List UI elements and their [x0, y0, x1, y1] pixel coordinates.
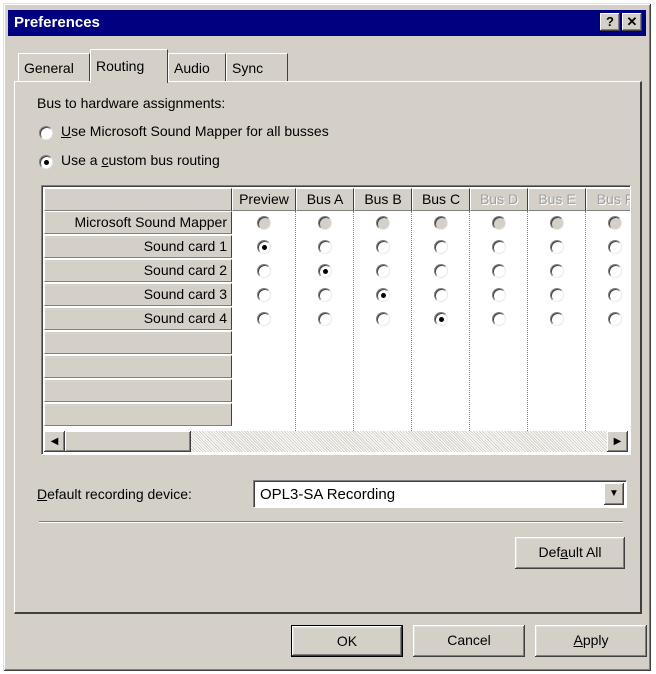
routing-radio[interactable] [492, 264, 506, 278]
bus-assignments-label: Bus to hardware assignments: [37, 95, 226, 111]
column-divider [353, 211, 354, 431]
routing-radio[interactable] [434, 216, 448, 230]
tab-audio[interactable]: Audio [168, 53, 226, 83]
tab-general[interactable]: General [18, 53, 90, 83]
tab-sync-label: Sync [232, 60, 264, 76]
row-header [44, 379, 232, 402]
tab-general-label: General [24, 60, 74, 76]
grid-corner [44, 188, 232, 211]
routing-radio[interactable] [608, 240, 622, 254]
routing-radio[interactable] [492, 288, 506, 302]
recording-device-value: OPL3-SA Recording [260, 486, 396, 503]
row-header [44, 331, 232, 354]
column-header: Bus D [470, 188, 528, 211]
column-header: Preview [232, 188, 296, 211]
cancel-button[interactable]: Cancel [413, 625, 525, 657]
routing-radio[interactable] [550, 240, 564, 254]
routing-radio[interactable] [376, 216, 390, 230]
routing-radio[interactable] [608, 312, 622, 326]
window-title: Preferences [14, 14, 100, 31]
separator [39, 521, 623, 523]
column-header: Bus F [586, 188, 630, 211]
tab-routing[interactable]: Routing [90, 49, 168, 83]
row-header: Sound card 4 [44, 307, 232, 330]
routing-radio[interactable] [434, 240, 448, 254]
tab-audio-label: Audio [174, 60, 210, 76]
scroll-right-icon[interactable]: ▶ [607, 431, 628, 452]
routing-radio[interactable] [608, 216, 622, 230]
preferences-dialog: Preferences ? ✕ General Routing Audio Sy… [3, 3, 651, 671]
routing-radio[interactable] [376, 264, 390, 278]
column-divider [295, 211, 296, 431]
routing-radio[interactable] [434, 288, 448, 302]
scroll-left-icon[interactable]: ◀ [44, 431, 65, 452]
column-header: Bus E [528, 188, 586, 211]
routing-radio[interactable] [257, 312, 271, 326]
column-header: Bus B [354, 188, 412, 211]
routing-radio[interactable] [550, 312, 564, 326]
routing-radio[interactable] [376, 288, 390, 302]
column-header: Bus A [296, 188, 354, 211]
routing-radio[interactable] [318, 216, 332, 230]
default-all-button[interactable]: Default All [515, 537, 625, 569]
routing-radio[interactable] [550, 216, 564, 230]
scroll-thumb[interactable] [65, 431, 191, 452]
routing-radio[interactable] [550, 264, 564, 278]
recording-device-label: Default recording device: [37, 486, 192, 502]
column-divider [527, 211, 528, 431]
routing-radio[interactable] [257, 264, 271, 278]
routing-radio[interactable] [257, 288, 271, 302]
recording-device-select[interactable]: OPL3-SA Recording ▼ [253, 480, 627, 508]
routing-radio[interactable] [257, 216, 271, 230]
routing-radio[interactable] [434, 312, 448, 326]
routing-radio[interactable] [434, 264, 448, 278]
row-header [44, 403, 232, 426]
row-header: Microsoft Sound Mapper [44, 211, 232, 234]
row-header: Sound card 2 [44, 259, 232, 282]
column-divider [585, 211, 586, 431]
routing-radio[interactable] [492, 240, 506, 254]
column-divider [469, 211, 470, 431]
routing-radio[interactable] [492, 312, 506, 326]
mapper-option-label[interactable]: Use Microsoft Sound Mapper for all busse… [61, 123, 329, 139]
routing-radio[interactable] [257, 240, 271, 254]
routing-radio[interactable] [608, 264, 622, 278]
title-bar: Preferences ? ✕ [8, 10, 646, 36]
routing-radio[interactable] [550, 288, 564, 302]
row-header: Sound card 1 [44, 235, 232, 258]
tab-routing-label: Routing [96, 58, 145, 74]
routing-grid: Preview Bus A Bus B Bus C Bus D Bus E Bus F Mic… [41, 185, 631, 455]
routing-radio[interactable] [318, 240, 332, 254]
routing-radio[interactable] [376, 240, 390, 254]
row-header: Sound card 3 [44, 283, 232, 306]
routing-radio[interactable] [608, 288, 622, 302]
apply-button[interactable]: Apply [535, 625, 647, 657]
routing-radio[interactable] [318, 264, 332, 278]
row-header [44, 355, 232, 378]
mapper-radio[interactable] [39, 126, 53, 140]
horizontal-scrollbar[interactable]: ◀ ▶ [44, 431, 628, 452]
tab-sync[interactable]: Sync [226, 53, 288, 83]
custom-routing-radio[interactable] [39, 155, 53, 169]
routing-radio[interactable] [318, 288, 332, 302]
ok-button[interactable]: OK [291, 625, 403, 657]
close-button[interactable]: ✕ [622, 13, 642, 31]
routing-radio[interactable] [376, 312, 390, 326]
routing-radio[interactable] [492, 216, 506, 230]
column-header: Bus C [412, 188, 470, 211]
chevron-down-icon[interactable]: ▼ [604, 483, 624, 505]
custom-routing-label[interactable]: Use a custom bus routing [61, 152, 220, 168]
routing-radio[interactable] [318, 312, 332, 326]
column-divider [411, 211, 412, 431]
help-button[interactable]: ? [600, 13, 620, 31]
